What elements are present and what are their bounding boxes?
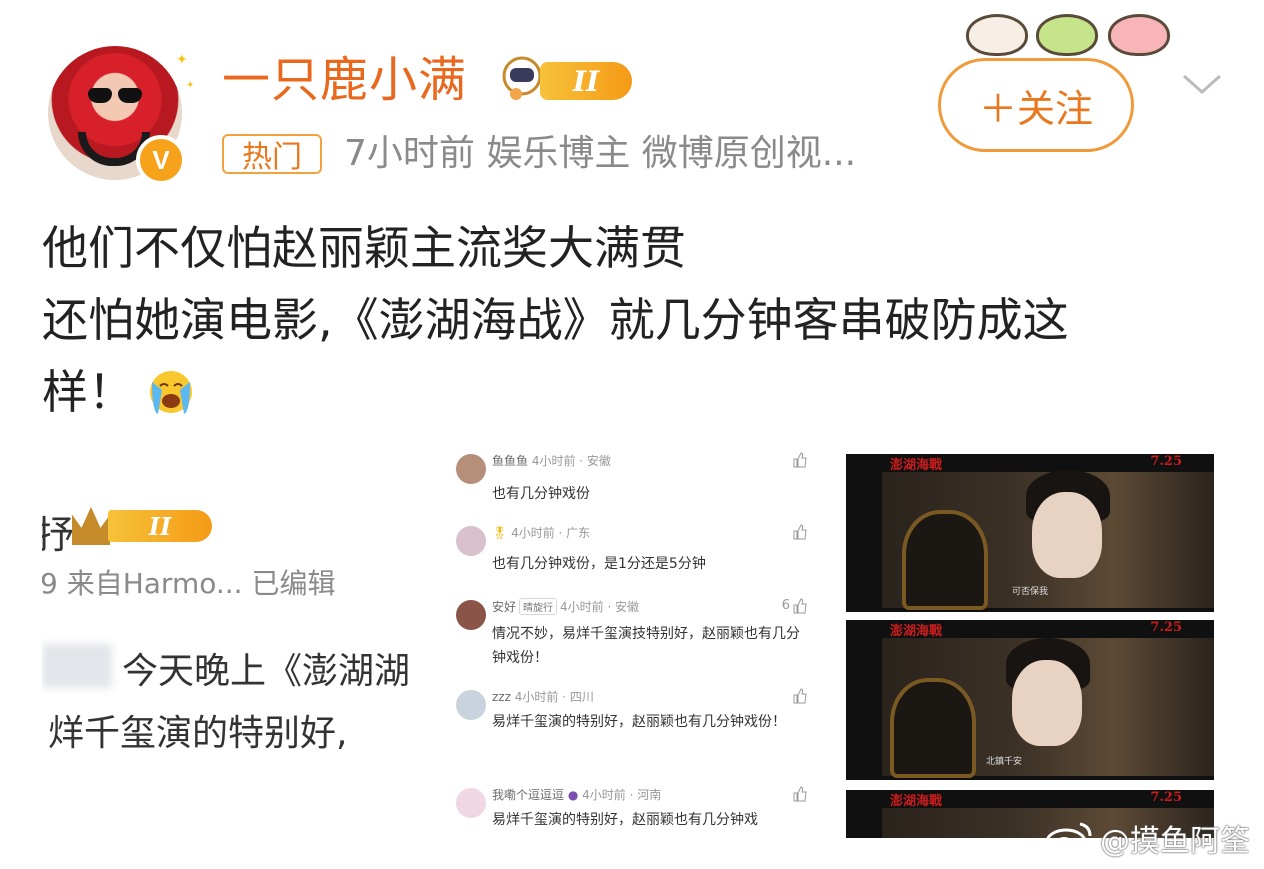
frog-sticker-icon (1036, 14, 1098, 56)
sticker-decoration (966, 14, 1176, 60)
comment-meta: zzz 4小时前 · 四川 (492, 688, 594, 705)
like-count: 6 (781, 598, 790, 613)
post-line: 还怕她演电影,《澎湖海战》就几分钟客串破防成这 (42, 293, 1069, 347)
screenshot-text: 今天晚上《澎湖湖 (122, 651, 411, 692)
crown-icon (72, 507, 110, 545)
movie-frame: 澎湖海戰 7.25 可否保我 (846, 454, 1214, 612)
helmet-graphic (890, 678, 976, 778)
comment-text: 易烊千玺演的特别好，赵丽颖也有几分钟戏 (492, 812, 758, 828)
release-date: 7.25 (1150, 790, 1182, 805)
face-graphic (1032, 492, 1102, 578)
watermark: @摸鱼阿筌 (1044, 816, 1250, 860)
movie-title: 澎湖海戰 (890, 624, 943, 639)
sparkle-icon: ✦ (186, 80, 195, 91)
movie-frame: 澎湖海戰 7.25 北鎮千安 (846, 620, 1214, 780)
comment-time: 4小时前 · 安徽 (531, 454, 611, 468)
screenshot-text: 烊千玺演的特别好, (48, 713, 348, 754)
face-graphic (1012, 660, 1082, 746)
commenter-avatar (456, 454, 486, 484)
post-meta: 7小时前 娱乐博主 微博原创视... (344, 133, 857, 174)
user-tag: 晴旋行 (519, 598, 558, 615)
comment-time: 4小时前 · 河南 (582, 788, 662, 802)
hot-tag: 热门 (222, 134, 322, 175)
level-badge: II (540, 62, 632, 100)
blurred-mention (42, 644, 112, 688)
crying-face-icon (150, 371, 192, 414)
like-icon[interactable] (792, 452, 808, 468)
chevron-down-icon[interactable] (1180, 62, 1224, 106)
comment-meta: 安好 晴旋行 4小时前 · 安徽 (492, 598, 639, 615)
movie-title: 澎湖海戰 (890, 458, 943, 473)
release-date: 7.25 (1150, 454, 1182, 469)
comment-time: 4小时前 · 广东 (511, 526, 591, 540)
commenter-name: 鱼鱼鱼 (492, 454, 529, 468)
bear-sticker-icon (966, 14, 1028, 56)
commenter-name: 安好 (492, 600, 517, 614)
like-icon[interactable] (792, 786, 808, 802)
comment-meta: 我嘞个逗逗逗 ● 4小时前 · 河南 (492, 788, 662, 802)
sunglasses-graphic (88, 88, 142, 104)
commenter-avatar (456, 600, 486, 630)
source-meta: 9 来自Harmo... 已编辑 (42, 567, 336, 600)
comment-text: 情况不妙，易烊千玺演技特别好，赵丽颖也有几分钟戏份！ (492, 626, 800, 666)
like-icon[interactable] (792, 524, 808, 540)
comment-meta: 🎖 4小时前 · 广东 (492, 526, 591, 540)
commenter-name: zzz (492, 690, 511, 704)
follow-button[interactable]: ＋关注 (938, 58, 1134, 152)
post-line-text: 样！ (42, 365, 134, 419)
attached-image-2[interactable]: 鱼鱼鱼 4小时前 · 安徽 也有几分钟戏份 🎖 4小时前 · 广东 也有几分钟戏… (450, 440, 820, 840)
level-badge: II (108, 510, 212, 542)
post-line: 他们不仅怕赵丽颖主流奖大满贯 (42, 221, 686, 275)
commenter-avatar (456, 690, 486, 720)
verified-badge-icon: V (136, 135, 186, 185)
like-icon[interactable] (792, 598, 808, 614)
weibo-logo-icon (1045, 822, 1092, 856)
pig-sticker-icon (1108, 14, 1170, 56)
post-text: 他们不仅怕赵丽颖主流奖大满贯 还怕她演电影,《澎湖海战》就几分钟客串破防成这 样… (42, 212, 1242, 428)
comment-text: 也有几分钟戏份，是1分还是5分钟 (492, 556, 706, 572)
commenter-avatar (456, 526, 486, 556)
subtitle: 可否保我 (1012, 587, 1049, 597)
comment-text: 也有几分钟戏份 (492, 486, 590, 502)
subtitle: 北鎮千安 (986, 757, 1023, 767)
attached-image-1[interactable]: 抒 II 9 来自Harmo... 已编辑 今天晚上《澎湖湖 烊千玺演的特别好, (42, 452, 432, 840)
sparkle-icon: ✦ (176, 52, 188, 68)
release-date: 7.25 (1150, 620, 1182, 635)
commenter-avatar (456, 788, 486, 818)
comment-time: 4小时前 · 安徽 (560, 600, 640, 614)
watermark-text: @摸鱼阿筌 (1100, 824, 1250, 859)
comment-time: 4小时前 · 四川 (514, 690, 594, 704)
post-line: 样！ (42, 356, 1242, 428)
attached-image-3[interactable]: 澎湖海戰 7.25 可否保我 澎湖海戰 7.25 北鎮千安 澎湖海戰 7.25 (846, 454, 1214, 838)
movie-title: 澎湖海戰 (890, 794, 943, 809)
commenter-name: 我嘞个逗逗逗 (492, 788, 565, 802)
comment-meta: 鱼鱼鱼 4小时前 · 安徽 (492, 452, 611, 469)
helmet-graphic (902, 510, 988, 610)
partial-username: 抒 (42, 513, 75, 557)
like-icon[interactable] (792, 688, 808, 704)
comment-text: 易烊千玺演的特别好，赵丽颖也有几分钟戏份！ (492, 714, 786, 730)
author-name[interactable]: 一只鹿小满 (222, 52, 467, 108)
